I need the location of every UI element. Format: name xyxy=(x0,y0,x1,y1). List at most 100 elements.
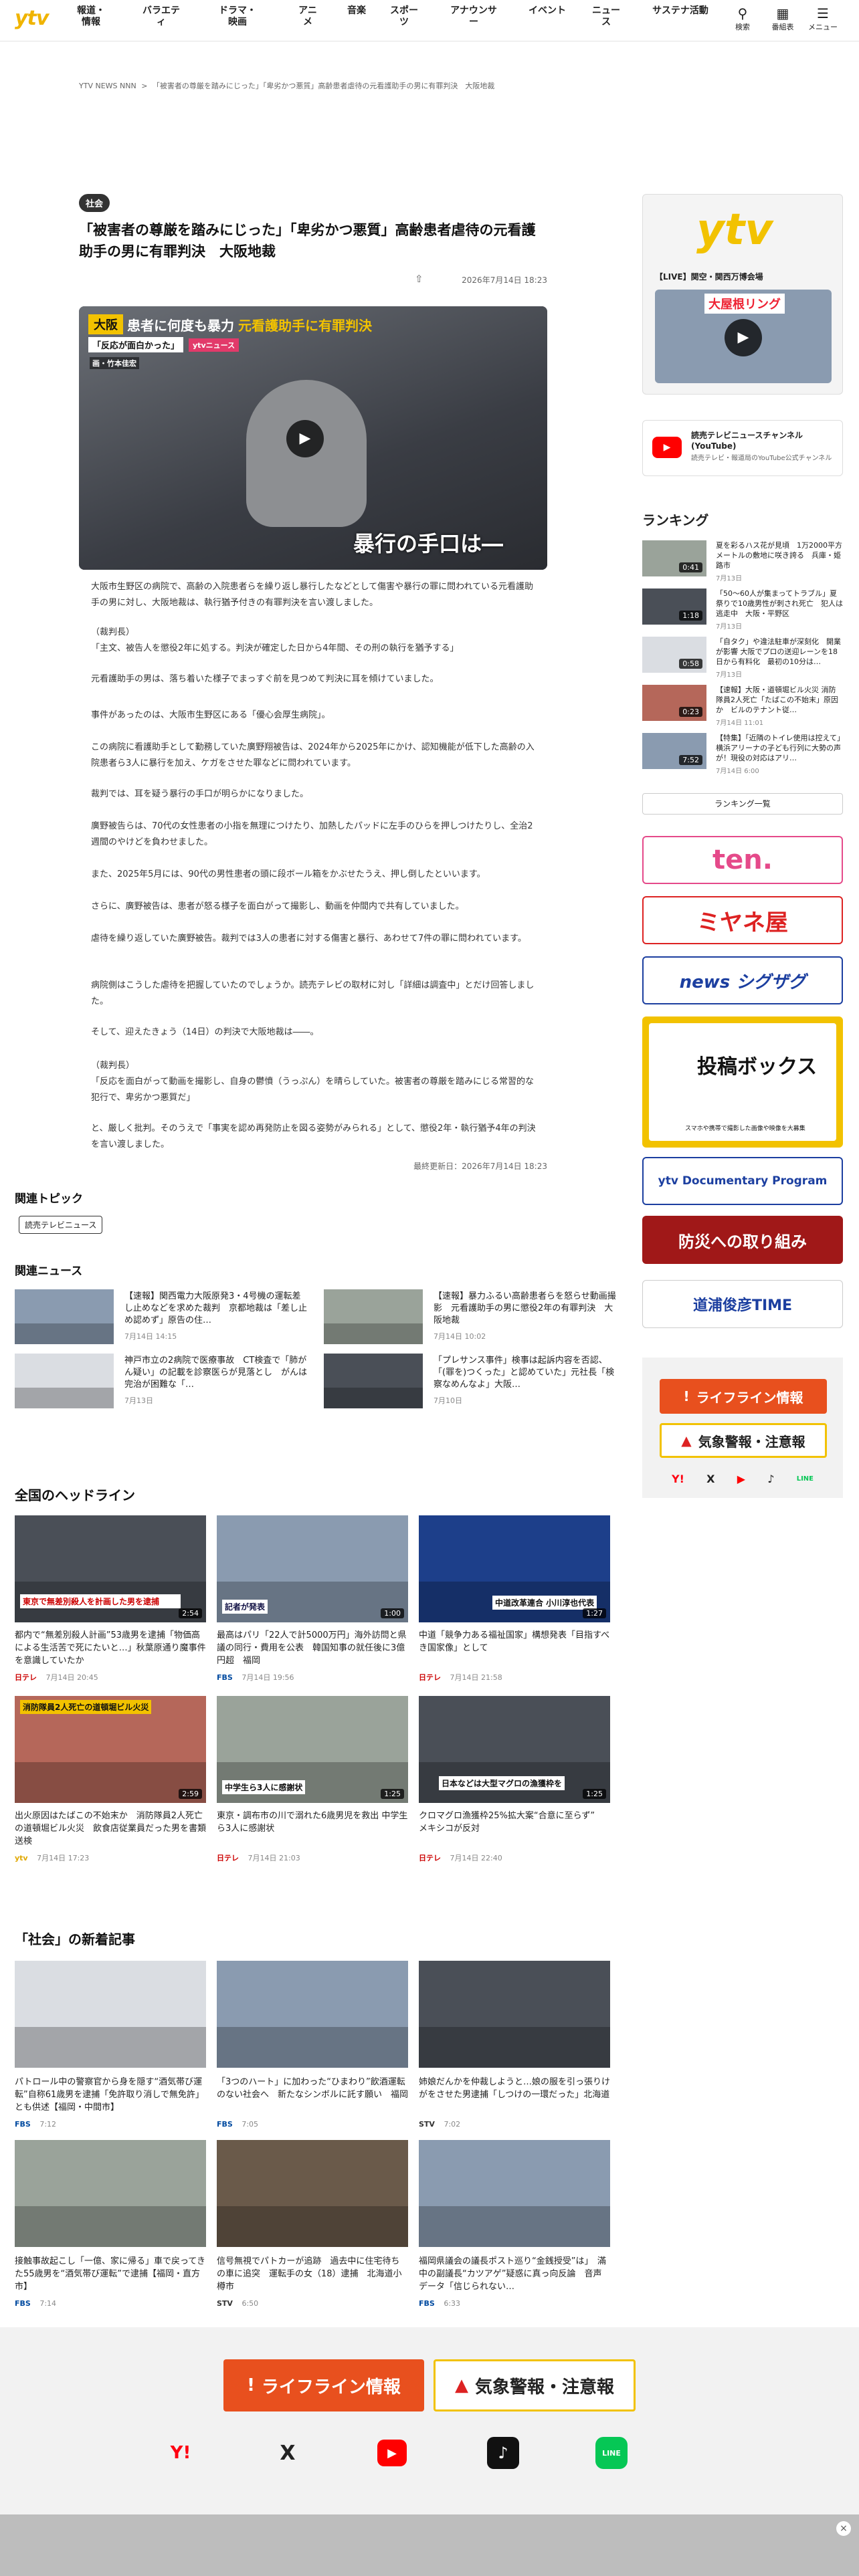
headline-card[interactable]: 消防隊員2人死亡の道頓堀ビル火災 2:59 出火原因はたばこの不始末か 消防隊員2… xyxy=(15,1696,206,1863)
search-button[interactable]: ⚲ 検索 xyxy=(728,5,757,32)
ytv-logo[interactable]: ytv xyxy=(15,7,49,30)
video-duration: 1:18 xyxy=(679,611,702,621)
nav-event[interactable]: イベント xyxy=(529,5,566,17)
nav-announcer[interactable]: アナウンサー xyxy=(447,5,500,28)
close-icon[interactable]: × xyxy=(836,2521,851,2536)
related-thumbnail xyxy=(15,1354,114,1408)
footer-tiktok-icon[interactable]: ♪ xyxy=(487,2437,519,2469)
social-title: 福岡県議会の議長ポスト巡り“金銭授受”は」 滿中の副議長“カツアゲ”疑惑に真っ向… xyxy=(419,2256,606,2292)
footer-youtube-icon[interactable]: ▶ xyxy=(377,2440,407,2466)
ranking-title: 「自タク」や違法駐車が深刻化 開業が影響 大阪でプロの送迎レーンを18日から有料… xyxy=(716,637,841,666)
sidebar-lifeline-button[interactable]: ! ライフライン情報 xyxy=(660,1379,827,1414)
footer-yahoo-icon[interactable]: Y! xyxy=(161,2437,201,2469)
youtube-icon[interactable]: ▶ xyxy=(737,1473,745,1485)
nav-sustainability[interactable]: サステナ活動 xyxy=(649,5,712,17)
headline-thumbnail: 東京で無差別殺人を計画した男を逮捕 2:54 xyxy=(15,1515,206,1622)
paragraph: 「反応を面白がって動画を撮影し、自身の鬱憤（うっぷん）を晴らしていた。被害者の尊… xyxy=(91,1077,534,1103)
siren-icon: ▲ xyxy=(454,2375,468,2395)
headline-card[interactable]: 中学生ら3人に感謝状 1:25 東京・調布市の川で溺れた6歳男児を救出 中学生ら3… xyxy=(217,1696,408,1863)
x-icon[interactable]: X xyxy=(706,1473,714,1485)
nav-news-info[interactable]: 報道・情報 xyxy=(74,5,108,28)
banner-miyaneya[interactable]: ミヤネ屋 xyxy=(642,896,843,944)
nav-sports[interactable]: スポーツ xyxy=(387,5,421,28)
video-duration: 2:54 xyxy=(179,1608,202,1618)
social-thumbnail xyxy=(217,2140,408,2247)
banner-zigzag[interactable]: news シグザグ xyxy=(642,956,843,1004)
nav-variety[interactable]: バラエティ xyxy=(140,5,182,28)
category-badge[interactable]: 社会 xyxy=(79,194,110,212)
ranking-item[interactable]: 0:23 【速報】大阪・道頓堀ビル火災 消防隊員2人死亡「たばこの不始末」原因か… xyxy=(642,685,843,727)
social-card[interactable]: 信号無視でパトカーが追跡 過去中に住宅待ちの車に追突 運転手の女（18）逮捕 北… xyxy=(217,2140,408,2308)
sidebar-weather-button[interactable]: ▲ 気象警報・注意報 xyxy=(660,1423,827,1458)
paragraph: 廣野被告らは、70代の女性患者の小指を無理につけたり、加熱したパッドに左手のひら… xyxy=(91,821,533,847)
related-time: 7月13日 xyxy=(124,1396,153,1405)
banner-bosai[interactable]: 防災への取り組み xyxy=(642,1216,843,1264)
tv-guide-button[interactable]: ▦ 番組表 xyxy=(768,5,797,32)
banner-ten[interactable]: ten. xyxy=(642,836,843,884)
headline-card[interactable]: 日本などは大型マグロの漁獲枠を 1:25 クロマグロ漁獲枠25%拡大案“合意に至ら… xyxy=(419,1696,610,1863)
breadcrumb-separator: > xyxy=(141,82,148,90)
social-card[interactable]: 福岡県議会の議長ポスト巡り“金銭授受”は」 滿中の副議長“カツアゲ”疑惑に真っ向… xyxy=(419,2140,610,2308)
social-time: 7:02 xyxy=(444,2120,461,2129)
news-source: 日テレ xyxy=(15,1673,37,1682)
breadcrumb: YTV NEWS NNN > 「被害者の尊厳を踏みにじった」「卑劣かつ悪質」高齢… xyxy=(79,80,494,91)
social-card[interactable]: 「3つのハート」に加わった“ひまわり”飲酒運転のない社会へ 新たなシンボルに託す… xyxy=(217,1961,408,2129)
ranking-item[interactable]: 7:52 【特集】「近隣のトイレ使用は控えて」横浜アリーナの子ども行列に大勢の声… xyxy=(642,733,843,775)
topic-tag[interactable]: 読売テレビニュース xyxy=(19,1216,103,1234)
calendar-icon: ▦ xyxy=(776,5,789,21)
headline-card[interactable]: 中道改革連合 小川淳也代表 1:27 中道「競争力ある福祉国家」構想発表「目指すべ… xyxy=(419,1515,610,1683)
news-source: FBS xyxy=(217,1673,233,1682)
headline-card[interactable]: 記者が発表 1:00 最高はパリ「22人で計5000万円」海外訪問と県議の同行・費… xyxy=(217,1515,408,1683)
ad-play-icon: ▶ xyxy=(725,319,762,356)
banner-michiura-time[interactable]: 道浦俊彦TIME xyxy=(642,1280,843,1328)
youtube-desc: 読売テレビ・報道局のYouTube公式チャンネル xyxy=(691,455,832,462)
footer-weather-button[interactable]: ▲ 気象警報・注意報 xyxy=(434,2359,636,2411)
thumbnail-overlay-text: 東京で無差別殺人を計画した男を逮捕 xyxy=(20,1594,181,1608)
banner-toko-box[interactable]: 投稿ボックス スマホや携帯で撮影した画像や映像を大募集 xyxy=(642,1016,843,1148)
ranking-more-button[interactable]: ランキング一覧 xyxy=(642,793,843,815)
social-thumbnail xyxy=(419,1961,610,2068)
ranking-thumbnail: 0:41 xyxy=(642,540,706,576)
banner-documentary[interactable]: ytv Documentary Program xyxy=(642,1157,843,1205)
nav-drama-movie[interactable]: ドラマ・映画 xyxy=(215,5,260,28)
social-card[interactable]: 姉娘だんかを仲裁しようと…娘の服を引っ張りけがをさせた男逮捕「しつけの一環だった… xyxy=(419,1961,610,2129)
ranking-item[interactable]: 0:58 「自タク」や違法駐車が深刻化 開業が影響 大阪でプロの送迎レーンを18… xyxy=(642,637,843,679)
play-button[interactable]: ▶ xyxy=(286,420,324,457)
news-source: STV xyxy=(419,2120,435,2129)
news-source: STV xyxy=(217,2299,233,2308)
headline-time: 7月14日 21:58 xyxy=(450,1673,502,1682)
footer-line-icon[interactable]: LINE xyxy=(595,2437,628,2469)
ranking-item[interactable]: 1:18 「50〜60人が集まってトラブル」夏祭りで10歳男性が刺され死亡 犯人… xyxy=(642,588,843,631)
menu-button[interactable]: ☰ メニュー xyxy=(808,5,838,32)
related-item[interactable]: 「プレサンス事件」検事は起訴内容を否認、「(罪を)つくった」と認めていた」元社長… xyxy=(324,1354,618,1408)
headline-card[interactable]: 東京で無差別殺人を計画した男を逮捕 2:54 都内で“無差別殺人計画”53歳男を逮… xyxy=(15,1515,206,1683)
ad-caption: 【LIVE】関空・関西万博会場 xyxy=(655,272,763,282)
live-camera-ad[interactable]: ytv 【LIVE】関空・関西万博会場 大屋根リング ▶ xyxy=(642,194,843,395)
ranking-item[interactable]: 0:41 夏を彩るハス花が見頃 1万2000平方メートルの敷地に咲き誇る 兵庫・… xyxy=(642,540,843,582)
tiktok-icon[interactable]: ♪ xyxy=(767,1473,774,1485)
sidebar-info-box: ! ライフライン情報 ▲ 気象警報・注意報 Y! X ▶ ♪ LINE xyxy=(642,1358,843,1498)
paragraph: 虐待を繰り返していた廣野被告。裁判では3人の患者に対する傷害と暴行、あわせて7件… xyxy=(91,934,527,944)
yahoo-icon[interactable]: Y! xyxy=(672,1473,684,1485)
related-time: 7月14日 10:02 xyxy=(434,1332,486,1341)
related-item[interactable]: 神戸市立の2病院で医療事故 CT検査で「肺がん疑い」の記載を診察医らが見落とし … xyxy=(15,1354,309,1408)
youtube-channel-link[interactable]: ▶ 読売テレビニュースチャンネル(YouTube) 読売テレビ・報道局のYouT… xyxy=(642,420,843,476)
ranking-thumbnail: 1:18 xyxy=(642,588,706,625)
nav-anime[interactable]: アニメ xyxy=(294,5,321,28)
headline-thumbnail: 記者が発表 1:00 xyxy=(217,1515,408,1622)
footer-lifeline-button[interactable]: ! ライフライン情報 xyxy=(223,2359,424,2411)
headline-time: 7月14日 19:56 xyxy=(242,1673,294,1682)
ranking-title: 【速報】大阪・道頓堀ビル火災 消防隊員2人死亡「たばこの不始末」原因か ビルのテ… xyxy=(716,685,838,714)
social-card[interactable]: 接触事故起こし「一億、家に帰る」車で戻ってきた55歳男を“酒気帯び運転”で逮捕【… xyxy=(15,2140,206,2308)
line-icon[interactable]: LINE xyxy=(797,1475,814,1483)
paragraph: （裁判長） xyxy=(91,1061,135,1071)
nav-music[interactable]: 音楽 xyxy=(347,5,367,17)
related-item[interactable]: 【速報】暴力ふるい高齢患者らを怒らせ動画撮影 元看護助手の男に懲役2年の有罪判決… xyxy=(324,1289,618,1344)
related-news-heading: 関連ニュース xyxy=(15,1265,83,1278)
footer-x-icon[interactable]: X xyxy=(268,2437,308,2469)
nav-news[interactable]: ニュース xyxy=(589,5,624,28)
share-icon[interactable]: ⇧ xyxy=(415,273,423,285)
related-item[interactable]: 【速報】関西電力大阪原発3・4号機の運転差し止めなどを求めた裁判 京都地裁は「差… xyxy=(15,1289,309,1344)
social-card[interactable]: パトロール中の警察官から身を隠す“酒気帯び運転”自称61歳男を逮捕「免許取り消し… xyxy=(15,1961,206,2129)
breadcrumb-home[interactable]: YTV NEWS NNN xyxy=(79,82,136,90)
